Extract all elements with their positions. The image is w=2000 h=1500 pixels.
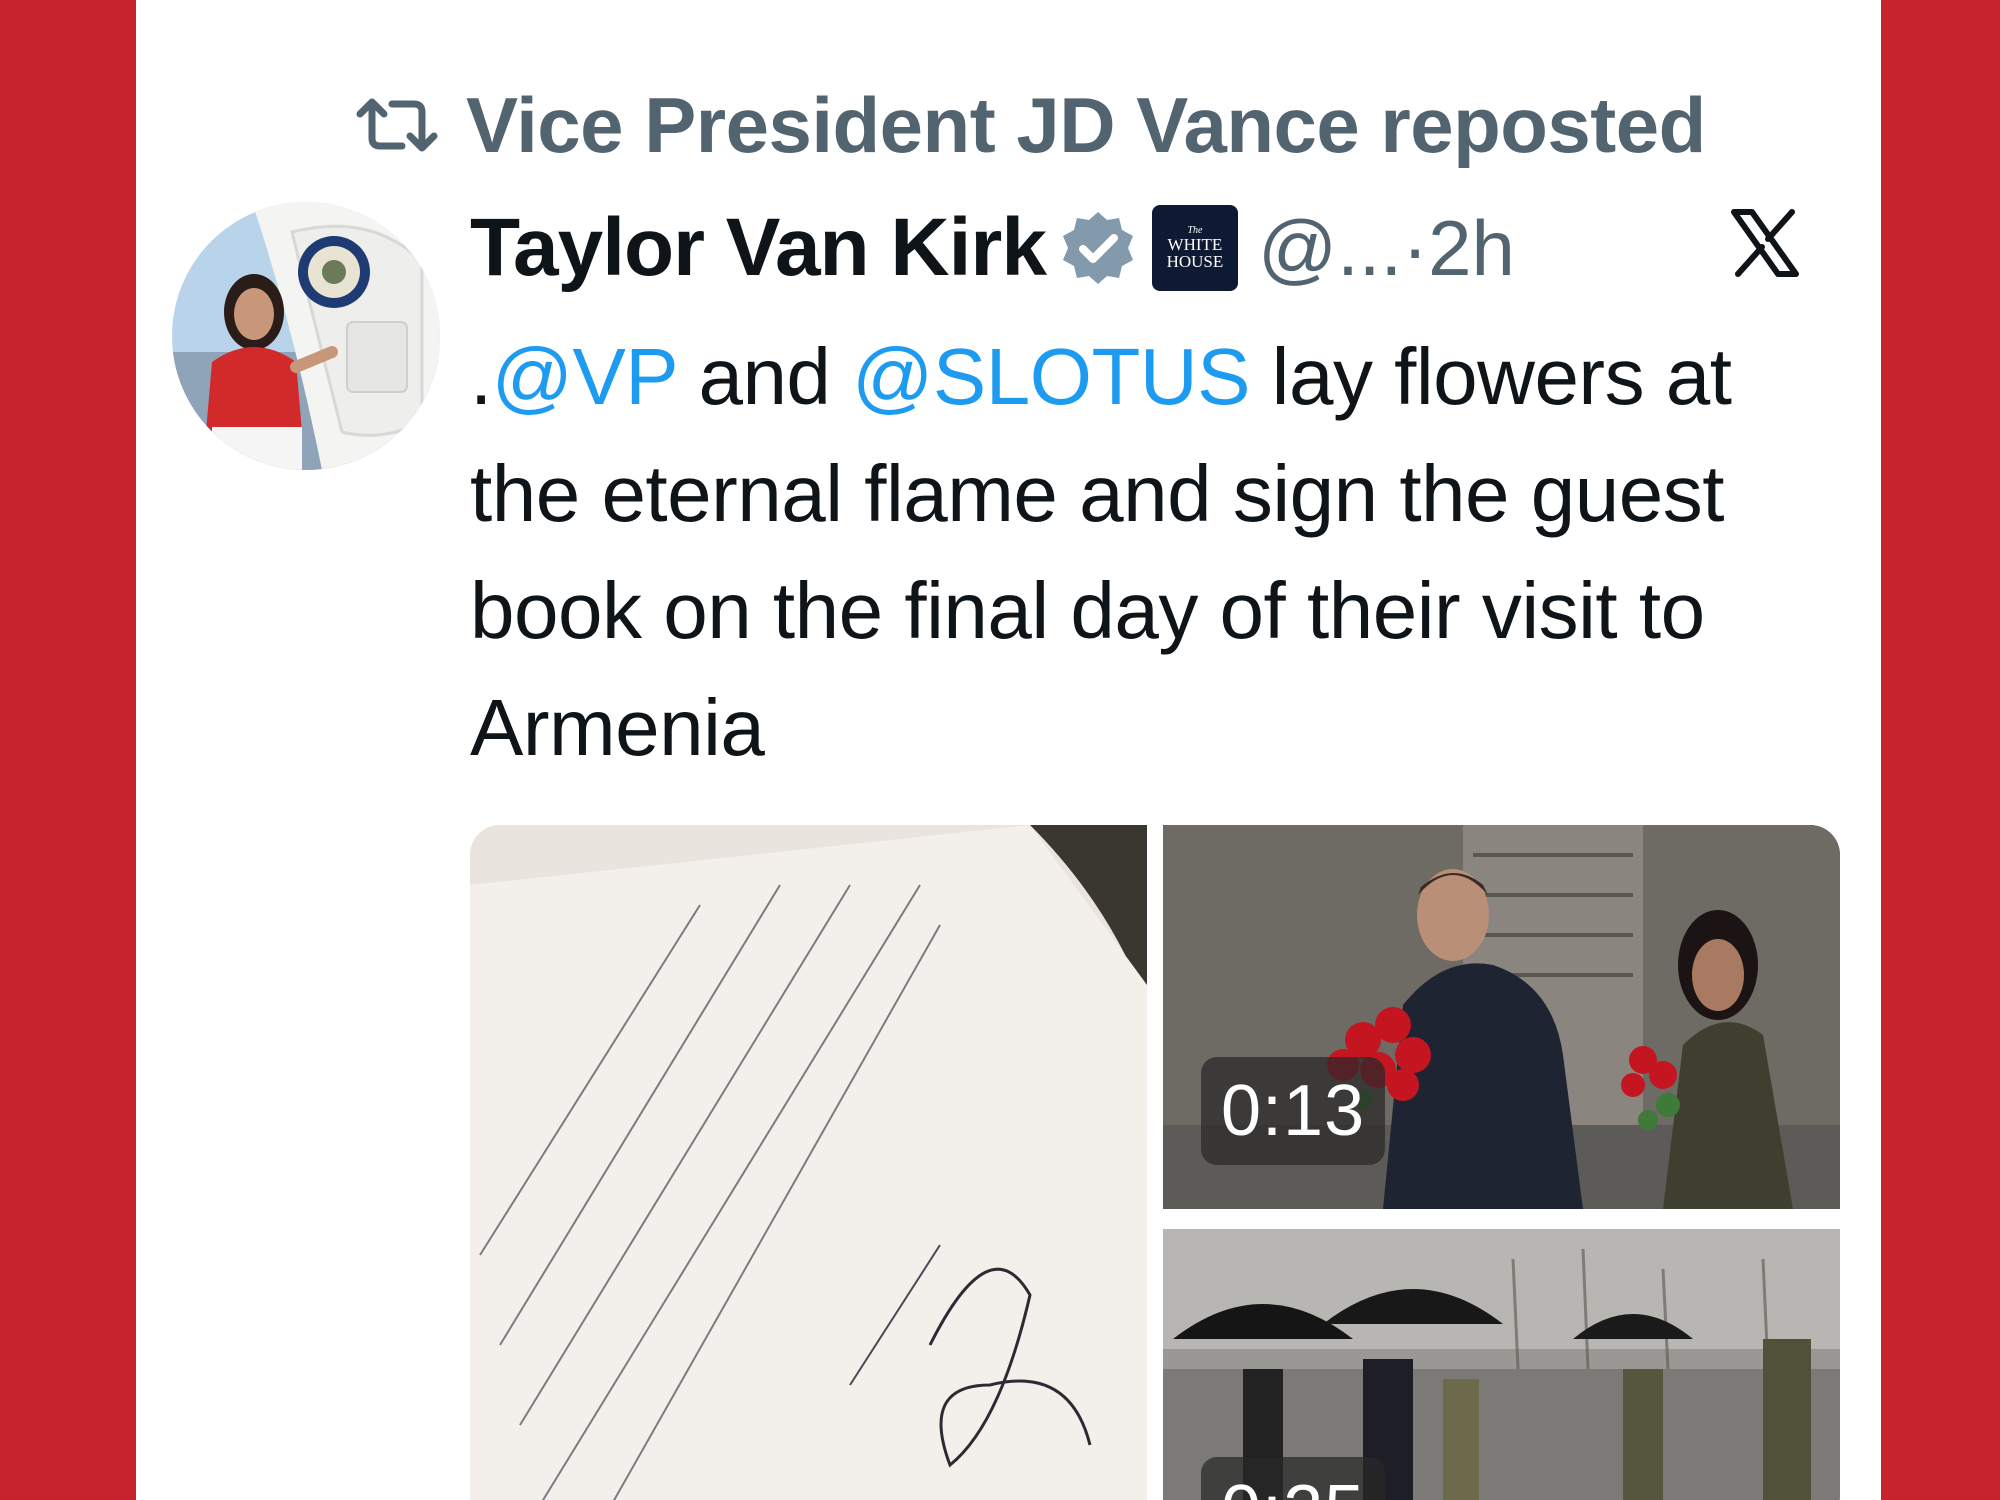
tweet-header: Taylor Van Kirk The WHITE HOUSE @...·2h [470,198,1515,298]
mention-slotus[interactable]: @SLOTUS [852,332,1250,421]
x-logo-icon [1731,209,1799,277]
author-avatar[interactable] [172,202,440,470]
media-grid: 0:13 0:25 [470,825,1840,1500]
repost-icon [356,98,438,152]
video-duration: 0:25 [1201,1457,1386,1500]
tweet-card[interactable]: Vice President JD Vance reposted Taylor … [136,0,1881,1500]
mention-vp[interactable]: @VP [492,332,677,421]
repost-label: Vice President JD Vance reposted [466,80,1706,169]
repost-indicator[interactable]: Vice President JD Vance reposted [354,80,1706,170]
white-house-affiliation-icon[interactable]: The WHITE HOUSE [1151,205,1238,291]
video-thumbnail-umbrellas[interactable]: 0:25 [1163,1229,1840,1500]
video-thumbnail-flowers[interactable]: 0:13 [1163,825,1840,1209]
video-duration: 0:13 [1201,1057,1386,1165]
author-name[interactable]: Taylor Van Kirk [470,201,1047,295]
tweet-body: .@VP and @SLOTUS lay flowers at the eter… [470,332,1732,772]
post-time: 2h [1428,203,1515,292]
author-handle[interactable]: @...·2h [1258,203,1515,294]
verified-badge-icon [1062,212,1133,284]
guest-book-photo[interactable] [470,825,1147,1500]
